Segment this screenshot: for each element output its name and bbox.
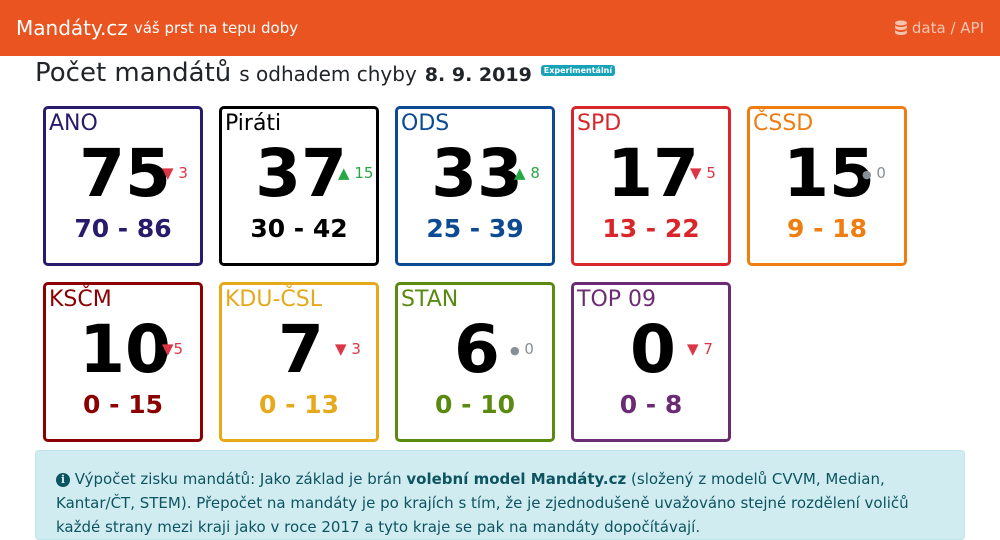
seat-range: 13 - 22 [602, 214, 700, 243]
tagline: váš prst na tepu doby [133, 19, 299, 37]
party-card-spd[interactable]: SPD 17 ▼ 5 13 - 22 [571, 106, 731, 266]
trend-icon: ▲ [338, 164, 350, 182]
party-name: TOP 09 [577, 287, 657, 312]
party-name: SPD [577, 111, 622, 136]
party-name: ČSSD [753, 111, 814, 136]
change-value: 8 [530, 164, 540, 182]
seat-range: 0 - 15 [83, 390, 163, 419]
seat-range: 9 - 18 [787, 214, 867, 243]
page-subtitle: s odhadem chyby [239, 62, 417, 86]
change-value: 0 [876, 164, 886, 182]
page-title: Počet mandátů [35, 58, 232, 88]
seat-change: ● 0 [510, 340, 534, 360]
trend-icon: ▼ [162, 340, 174, 358]
poll-date: 8. 9. 2019 [424, 64, 532, 86]
change-value: 7 [703, 340, 713, 358]
seat-change: ▲ 8 [514, 164, 540, 182]
party-name: ANO [49, 111, 98, 136]
party-card-kscm[interactable]: KSČM 10 ▼5 0 - 15 [43, 282, 203, 442]
database-icon [894, 20, 908, 37]
data-api-label: data / API [911, 19, 984, 37]
party-name: STAN [401, 287, 459, 312]
trend-icon: ▼ [335, 340, 347, 358]
party-card-ods[interactable]: ODS 33 ▲ 8 25 - 39 [395, 106, 555, 266]
info-alert: i Výpočet zisku mandátů: Jako základ je … [35, 450, 965, 540]
seat-change: ▼ 5 [690, 164, 716, 182]
party-card-stan[interactable]: STAN 6 ● 0 0 - 10 [395, 282, 555, 442]
change-value: 0 [524, 340, 534, 358]
seat-range: 70 - 86 [74, 214, 172, 243]
info-icon: i [56, 473, 70, 487]
trend-icon: ▲ [514, 164, 526, 182]
navbar: Mandáty.cz váš prst na tepu doby data / … [0, 0, 1000, 56]
change-value: 3 [178, 164, 188, 182]
party-name: KSČM [49, 287, 112, 312]
party-name: ODS [401, 111, 450, 136]
seat-range: 25 - 39 [426, 214, 524, 243]
party-name: KDU-ČSL [225, 287, 322, 312]
seat-change: ● 0 [862, 164, 886, 184]
party-card-top09[interactable]: TOP 09 0 ▼ 7 0 - 8 [571, 282, 731, 442]
trend-icon: ▼ [690, 164, 702, 182]
data-api-link[interactable]: data / API [894, 19, 984, 37]
trend-icon: ● [862, 168, 872, 181]
change-value: 5 [173, 340, 184, 358]
page-heading: Počet mandátů s odhadem chyby 8. 9. 2019… [35, 58, 616, 92]
model-link[interactable]: volební model Mandáty.cz [406, 470, 626, 488]
seat-range: 30 - 42 [250, 214, 348, 243]
seat-range: 0 - 10 [435, 390, 515, 419]
seat-change: ▼ 3 [162, 164, 188, 182]
party-card-cssd[interactable]: ČSSD 15 ● 0 9 - 18 [747, 106, 907, 266]
change-value: 15 [354, 164, 374, 182]
seat-range: 0 - 13 [259, 390, 339, 419]
change-value: 3 [351, 340, 361, 358]
seat-change: ▼ 3 [335, 340, 361, 358]
party-card-kdu-csl[interactable]: KDU-ČSL 7 ▼ 3 0 - 13 [219, 282, 379, 442]
alert-intro: Výpočet zisku mandátů: Jako základ je br… [74, 470, 402, 488]
seat-change: ▲ 15 [338, 164, 373, 182]
change-value: 5 [706, 164, 716, 182]
party-card-pirati[interactable]: Piráti 37 ▲ 15 30 - 42 [219, 106, 379, 266]
brand-link[interactable]: Mandáty.cz [16, 16, 128, 40]
trend-icon: ● [510, 344, 520, 357]
party-card-ano[interactable]: ANO 75 ▼ 3 70 - 86 [43, 106, 203, 266]
experimental-badge: Experimentální [540, 65, 616, 76]
seat-change: ▼5 [162, 340, 183, 358]
trend-icon: ▼ [162, 164, 174, 182]
seat-change: ▼ 7 [687, 340, 713, 358]
party-name: Piráti [225, 111, 282, 136]
seat-range: 0 - 8 [619, 390, 683, 419]
trend-icon: ▼ [687, 340, 699, 358]
